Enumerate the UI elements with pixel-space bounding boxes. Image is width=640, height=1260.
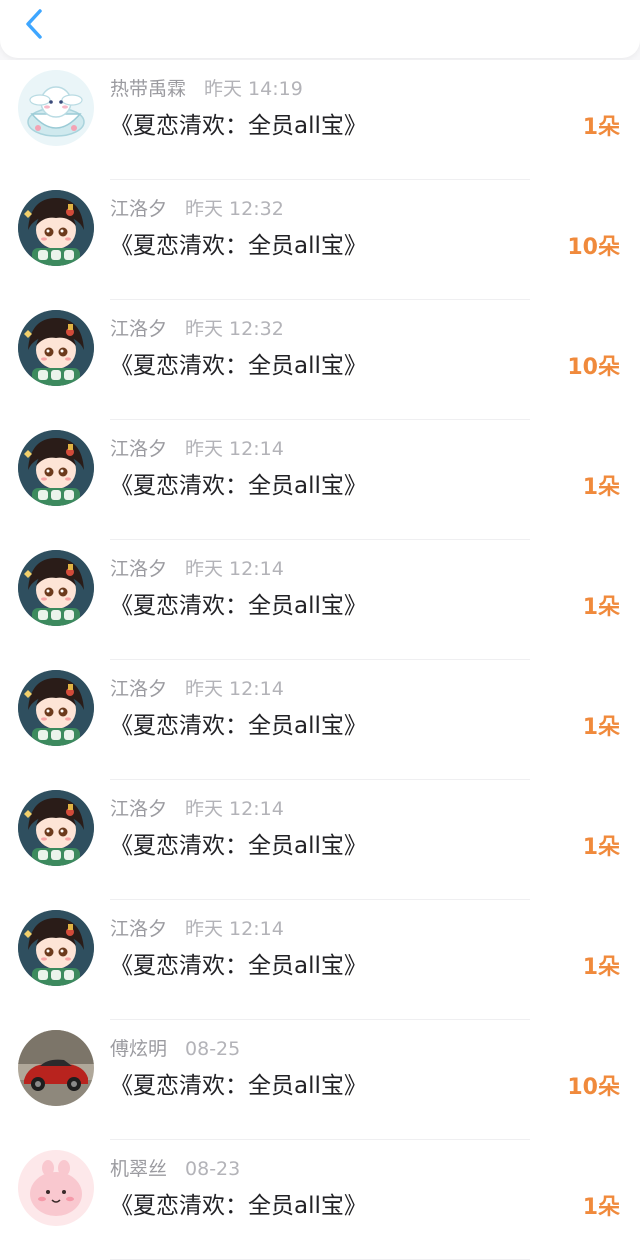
cinnamoroll-cup-avatar[interactable] [18, 70, 94, 146]
gift-record-row[interactable]: 江洛夕 昨天 12:14 《夏恋清欢：全员all宝》 1朵 [0, 780, 640, 900]
gift-amount: 10朵 [567, 1075, 620, 1100]
user-name[interactable]: 机翠丝 [110, 1158, 167, 1180]
gift-amount: 1朵 [582, 955, 620, 980]
user-name[interactable]: 江洛夕 [110, 558, 167, 580]
user-name[interactable]: 傅炫明 [110, 1038, 167, 1060]
record-time: 08-23 [185, 1158, 241, 1180]
back-button[interactable] [18, 6, 54, 42]
gift-record-row[interactable]: 热带禹霖 昨天 14:19 《夏恋清欢：全员all宝》 1朵 [0, 60, 640, 180]
record-time: 昨天 12:32 [185, 198, 284, 220]
record-meta: 热带禹霖 昨天 14:19 [110, 77, 303, 101]
book-title[interactable]: 《夏恋清欢：全员all宝》 [110, 110, 367, 142]
gift-record-row[interactable]: 江洛夕 昨天 12:32 《夏恋清欢：全员all宝》 10朵 [0, 300, 640, 420]
record-meta: 江洛夕 昨天 12:14 [110, 437, 284, 461]
gift-record-row[interactable]: 江洛夕 昨天 12:14 《夏恋清欢：全员all宝》 1朵 [0, 660, 640, 780]
gift-amount: 1朵 [582, 475, 620, 500]
record-time: 昨天 12:14 [185, 438, 284, 460]
record-meta: 江洛夕 昨天 12:14 [110, 797, 284, 821]
gift-record-row[interactable]: 江洛夕 昨天 12:32 《夏恋清欢：全员all宝》 10朵 [0, 180, 640, 300]
user-name[interactable]: 江洛夕 [110, 438, 167, 460]
anime-girl-avatar[interactable] [18, 790, 94, 866]
gift-record-row[interactable]: 傅炫明 08-25 《夏恋清欢：全员all宝》 10朵 [0, 1020, 640, 1140]
user-name[interactable]: 江洛夕 [110, 918, 167, 940]
book-title[interactable]: 《夏恋清欢：全员all宝》 [110, 1070, 367, 1102]
gift-amount: 1朵 [582, 835, 620, 860]
record-meta: 江洛夕 昨天 12:14 [110, 917, 284, 941]
book-title[interactable]: 《夏恋清欢：全员all宝》 [110, 590, 367, 622]
user-name[interactable]: 江洛夕 [110, 798, 167, 820]
record-meta: 江洛夕 昨天 12:14 [110, 677, 284, 701]
red-car-avatar[interactable] [18, 1030, 94, 1106]
pink-blob-avatar[interactable] [18, 1150, 94, 1226]
gift-amount: 1朵 [582, 595, 620, 620]
gift-record-list: 热带禹霖 昨天 14:19 《夏恋清欢：全员all宝》 1朵 江洛夕 昨天 12:32 《… [0, 60, 640, 1260]
gift-amount: 1朵 [582, 115, 620, 140]
user-name[interactable]: 热带禹霖 [110, 78, 186, 100]
book-title[interactable]: 《夏恋清欢：全员all宝》 [110, 470, 367, 502]
user-name[interactable]: 江洛夕 [110, 318, 167, 340]
anime-girl-avatar[interactable] [18, 910, 94, 986]
record-time: 昨天 12:14 [185, 918, 284, 940]
chevron-left-icon [26, 9, 42, 39]
anime-girl-avatar[interactable] [18, 670, 94, 746]
gift-amount: 10朵 [567, 235, 620, 260]
record-meta: 机翠丝 08-23 [110, 1157, 240, 1181]
gift-record-row[interactable]: 江洛夕 昨天 12:14 《夏恋清欢：全员all宝》 1朵 [0, 900, 640, 1020]
user-name[interactable]: 江洛夕 [110, 198, 167, 220]
book-title[interactable]: 《夏恋清欢：全员all宝》 [110, 350, 367, 382]
record-meta: 江洛夕 昨天 12:32 [110, 197, 284, 221]
gift-record-row[interactable]: 江洛夕 昨天 12:14 《夏恋清欢：全员all宝》 1朵 [0, 540, 640, 660]
top-bar [0, 0, 640, 58]
book-title[interactable]: 《夏恋清欢：全员all宝》 [110, 950, 367, 982]
record-meta: 傅炫明 08-25 [110, 1037, 240, 1061]
record-time: 昨天 12:32 [185, 318, 284, 340]
gift-record-row[interactable]: 机翠丝 08-23 《夏恋清欢：全员all宝》 1朵 [0, 1140, 640, 1260]
book-title[interactable]: 《夏恋清欢：全员all宝》 [110, 710, 367, 742]
gift-amount: 1朵 [582, 1195, 620, 1220]
book-title[interactable]: 《夏恋清欢：全员all宝》 [110, 830, 367, 862]
user-name[interactable]: 江洛夕 [110, 678, 167, 700]
book-title[interactable]: 《夏恋清欢：全员all宝》 [110, 1190, 367, 1222]
record-time: 昨天 12:14 [185, 678, 284, 700]
record-time: 昨天 12:14 [185, 798, 284, 820]
record-meta: 江洛夕 昨天 12:14 [110, 557, 284, 581]
gift-record-row[interactable]: 江洛夕 昨天 12:14 《夏恋清欢：全员all宝》 1朵 [0, 420, 640, 540]
gift-amount: 1朵 [582, 715, 620, 740]
anime-girl-avatar[interactable] [18, 190, 94, 266]
anime-girl-avatar[interactable] [18, 310, 94, 386]
anime-girl-avatar[interactable] [18, 550, 94, 626]
gift-amount: 10朵 [567, 355, 620, 380]
anime-girl-avatar[interactable] [18, 430, 94, 506]
book-title[interactable]: 《夏恋清欢：全员all宝》 [110, 230, 367, 262]
record-time: 昨天 14:19 [204, 78, 303, 100]
record-time: 08-25 [185, 1038, 241, 1060]
record-time: 昨天 12:14 [185, 558, 284, 580]
record-meta: 江洛夕 昨天 12:32 [110, 317, 284, 341]
